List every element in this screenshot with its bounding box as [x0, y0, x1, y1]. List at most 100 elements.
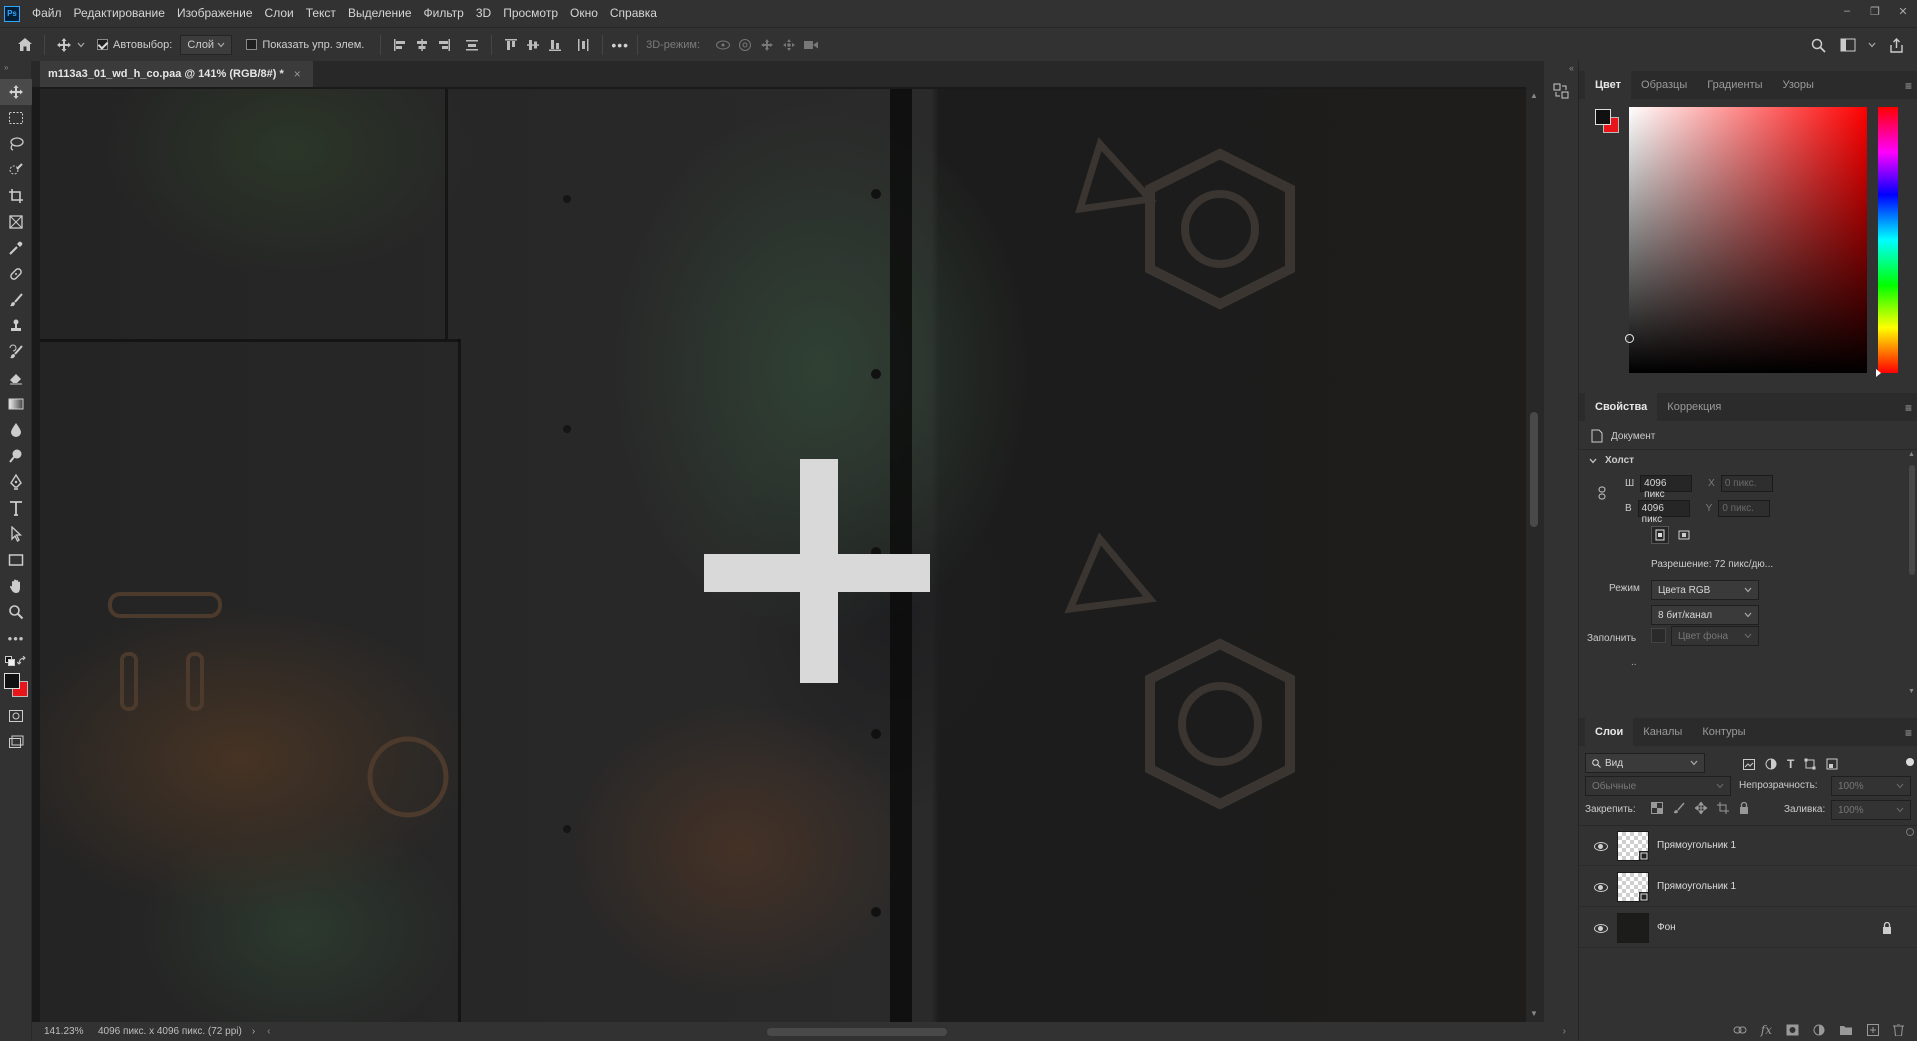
align-vcenter-icon[interactable]: [522, 34, 544, 56]
horizontal-scroll-thumb[interactable]: [767, 1028, 947, 1036]
align-right-icon[interactable]: [433, 34, 455, 56]
tab-channels[interactable]: Каналы: [1633, 718, 1692, 746]
foreground-color-swatch[interactable]: [4, 673, 20, 689]
chevron-down-icon[interactable]: [1867, 34, 1877, 56]
filter-adjustment-icon[interactable]: [1765, 758, 1777, 770]
align-left-icon[interactable]: [389, 34, 411, 56]
clone-stamp-tool-icon[interactable]: [0, 313, 32, 339]
filter-shape-icon[interactable]: [1804, 758, 1816, 770]
move-tool-icon[interactable]: [53, 34, 75, 56]
search-icon[interactable]: [1807, 34, 1829, 56]
canvas-area[interactable]: [32, 87, 1526, 1022]
eyedropper-tool-icon[interactable]: [0, 235, 32, 261]
quick-mask-icon[interactable]: [0, 703, 32, 729]
vertical-scroll-thumb[interactable]: [1530, 412, 1538, 527]
hue-slider-marker[interactable]: [1876, 369, 1881, 377]
share-icon[interactable]: [1885, 34, 1907, 56]
fill-color-swatch[interactable]: [1651, 628, 1666, 643]
pen-tool-icon[interactable]: [0, 469, 32, 495]
hue-slider[interactable]: [1878, 107, 1898, 373]
tab-adjustments[interactable]: Коррекция: [1657, 393, 1731, 421]
path-selection-tool-icon[interactable]: [0, 521, 32, 547]
more-options-button[interactable]: •••: [611, 37, 629, 53]
align-bottom-icon[interactable]: [544, 34, 566, 56]
foreground-color-swatch[interactable]: [1595, 109, 1611, 125]
brush-tool-icon[interactable]: [0, 287, 32, 313]
x-input[interactable]: 0 пикс.: [1720, 475, 1773, 492]
menu-file[interactable]: Файл: [26, 0, 68, 27]
close-tab-icon[interactable]: ×: [294, 67, 301, 81]
slide-3d-icon[interactable]: [778, 34, 800, 56]
menu-edit[interactable]: Редактирование: [68, 0, 171, 27]
fill-input[interactable]: 100%: [1831, 800, 1911, 820]
scroll-up-icon[interactable]: ▲: [1908, 451, 1915, 458]
tab-swatches[interactable]: Образцы: [1631, 71, 1697, 99]
blur-tool-icon[interactable]: [0, 417, 32, 443]
scale-3d-icon[interactable]: [800, 34, 822, 56]
mask-icon[interactable]: [1786, 1024, 1799, 1036]
roll-3d-icon[interactable]: [734, 34, 756, 56]
edit-toolbar-icon[interactable]: •••: [0, 625, 32, 651]
fx-icon[interactable]: fx: [1761, 1023, 1772, 1037]
menu-layers[interactable]: Слои: [259, 0, 300, 27]
scroll-down-icon[interactable]: ▼: [1530, 1009, 1538, 1018]
close-window-button[interactable]: ✕: [1889, 0, 1917, 22]
link-dimensions-icon[interactable]: [1597, 486, 1607, 500]
document-tab[interactable]: m113a3_01_wd_h_co.paa @ 141% (RGB/8#) * …: [40, 61, 313, 87]
y-input[interactable]: 0 пикс.: [1718, 500, 1771, 517]
zoom-tool-icon[interactable]: [0, 599, 32, 625]
frame-tool-icon[interactable]: [0, 209, 32, 235]
scroll-left-icon[interactable]: ‹: [267, 1026, 270, 1037]
tab-gradients[interactable]: Градиенты: [1697, 71, 1772, 99]
new-layer-icon[interactable]: [1867, 1024, 1879, 1036]
fill-select[interactable]: Цвет фона: [1671, 626, 1759, 646]
lock-artboard-icon[interactable]: [1717, 802, 1729, 814]
marquee-tool-icon[interactable]: [0, 105, 32, 131]
quick-selection-tool-icon[interactable]: [0, 157, 32, 183]
lock-pixels-icon[interactable]: [1673, 802, 1685, 814]
gradient-tool-icon[interactable]: [0, 391, 32, 417]
white-rectangle-layer[interactable]: [800, 459, 838, 683]
visibility-eye-icon[interactable]: [1593, 841, 1609, 851]
autoselect-target-select[interactable]: Слой: [180, 34, 233, 55]
status-menu-arrow[interactable]: ›: [252, 1026, 255, 1037]
orbit-3d-icon[interactable]: [712, 34, 734, 56]
rectangle-tool-icon[interactable]: [0, 547, 32, 573]
trash-icon[interactable]: [1893, 1024, 1904, 1036]
restore-button[interactable]: ❐: [1861, 0, 1889, 22]
bit-depth-select[interactable]: 8 бит/канал: [1651, 605, 1759, 625]
scroll-right-icon[interactable]: ›: [1563, 1026, 1566, 1037]
dodge-tool-icon[interactable]: [0, 443, 32, 469]
swap-colors-icon[interactable]: [17, 656, 27, 666]
tab-layers[interactable]: Слои: [1585, 718, 1634, 746]
home-icon[interactable]: [14, 34, 36, 56]
panel-menu-icon[interactable]: ≡: [1905, 726, 1912, 740]
eraser-tool-icon[interactable]: [0, 365, 32, 391]
scroll-down-icon[interactable]: ▼: [1908, 688, 1915, 695]
layer-name[interactable]: Прямоугольник 1: [1657, 881, 1736, 892]
filter-toggle-icon[interactable]: [1906, 758, 1914, 766]
align-top-icon[interactable]: [500, 34, 522, 56]
properties-scrollbar[interactable]: ▲ ▼: [1908, 441, 1916, 703]
layer-name[interactable]: Фон: [1657, 922, 1676, 933]
type-tool-icon[interactable]: [0, 495, 32, 521]
portrait-orientation-icon[interactable]: [1651, 526, 1669, 544]
width-input[interactable]: 4096 пикс: [1640, 475, 1693, 500]
tab-color[interactable]: Цвет: [1585, 71, 1632, 99]
menu-help[interactable]: Справка: [604, 0, 663, 27]
visibility-eye-icon[interactable]: [1593, 923, 1609, 933]
height-input[interactable]: 4096 пикс: [1637, 500, 1690, 525]
lock-position-icon[interactable]: [1695, 802, 1707, 814]
crop-tool-icon[interactable]: [0, 183, 32, 209]
lock-all-icon[interactable]: [1739, 802, 1749, 814]
menu-type[interactable]: Текст: [300, 0, 342, 27]
properties-scroll-thumb[interactable]: [1909, 465, 1915, 575]
healing-brush-tool-icon[interactable]: [0, 261, 32, 287]
menu-image[interactable]: Изображение: [171, 0, 259, 27]
menu-3d[interactable]: 3D: [470, 0, 497, 27]
scroll-up-icon[interactable]: ▲: [1530, 91, 1538, 100]
saturation-brightness-picker[interactable]: [1625, 107, 1867, 373]
tab-patterns[interactable]: Узоры: [1773, 71, 1824, 99]
minimize-button[interactable]: –: [1833, 0, 1861, 22]
hand-tool-icon[interactable]: [0, 573, 32, 599]
